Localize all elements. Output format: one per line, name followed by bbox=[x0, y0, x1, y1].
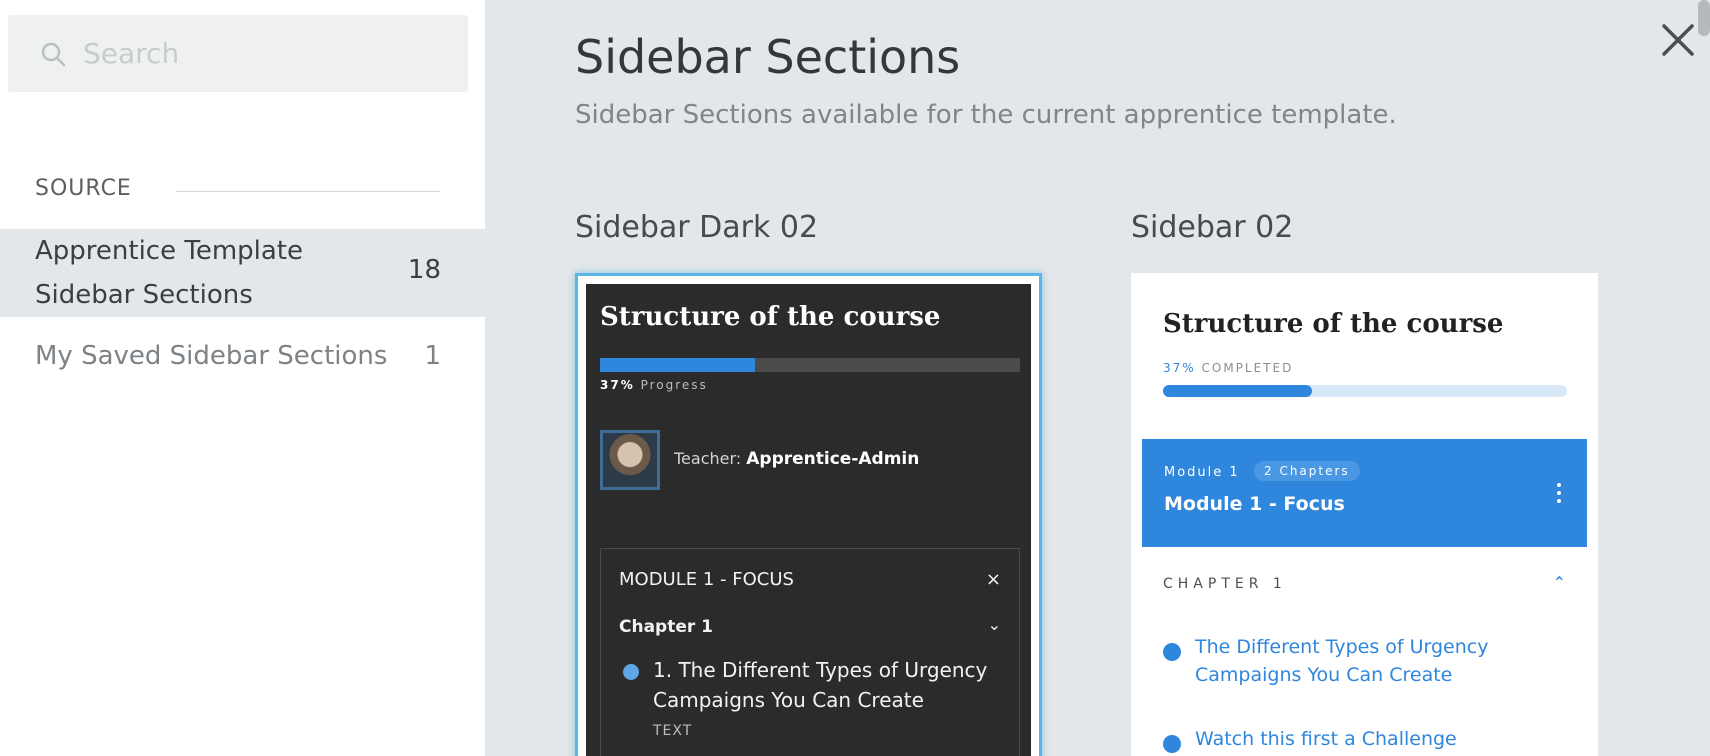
progress-label: COMPLETED bbox=[1201, 361, 1294, 375]
preview-title: Structure of the course bbox=[600, 302, 941, 332]
card-label-sidebar-dark-02: Sidebar Dark 02 bbox=[575, 210, 819, 245]
module-label: Module 1 bbox=[1164, 465, 1240, 480]
progress-label: Progress bbox=[640, 378, 708, 392]
search-icon bbox=[41, 42, 66, 67]
source-divider bbox=[176, 191, 440, 192]
chevron-down-icon: ⌄ bbox=[987, 615, 1001, 634]
chapter-title: Chapter 1 bbox=[619, 617, 714, 637]
source-item-my-saved[interactable]: My Saved Sidebar Sections 1 bbox=[0, 334, 485, 378]
progress-fill bbox=[600, 358, 756, 372]
source-item-label-line1: Apprentice Template bbox=[35, 236, 303, 266]
card-sidebar-dark-02[interactable]: Structure of the course 37% Progress Tea… bbox=[575, 273, 1042, 756]
source-item-label: My Saved Sidebar Sections bbox=[35, 341, 388, 371]
page-title: Sidebar Sections bbox=[575, 30, 961, 84]
preview-title: Structure of the course bbox=[1163, 309, 1504, 339]
lesson-title: The Different Types of Urgency Campaigns… bbox=[1195, 636, 1489, 686]
scrollbar-thumb[interactable] bbox=[1698, 0, 1710, 36]
progress-bar bbox=[600, 358, 1020, 372]
close-icon: × bbox=[985, 569, 1001, 590]
check-circle-icon bbox=[1163, 643, 1181, 661]
source-item-label-line2: Sidebar Sections bbox=[35, 280, 253, 310]
teacher-prefix: Teacher: bbox=[674, 449, 742, 468]
avatar bbox=[600, 430, 660, 490]
card-sidebar-02[interactable]: Structure of the course 37% COMPLETED Mo… bbox=[1131, 273, 1598, 756]
dark-preview: Structure of the course 37% Progress Tea… bbox=[586, 284, 1031, 756]
close-icon[interactable] bbox=[1660, 22, 1696, 58]
kebab-icon bbox=[1557, 483, 1561, 503]
source-item-count: 1 bbox=[424, 341, 441, 371]
check-circle-icon bbox=[1163, 735, 1181, 753]
module-name: Module 1 - Focus bbox=[1164, 493, 1345, 515]
progress-text: 37% COMPLETED bbox=[1163, 361, 1293, 375]
lesson-type: TEXT bbox=[653, 723, 693, 739]
page-subtitle: Sidebar Sections available for the curre… bbox=[575, 100, 1397, 130]
progress-percent: 37% bbox=[600, 378, 635, 392]
source-sidebar: Search SOURCE Apprentice Template Sideba… bbox=[0, 0, 485, 756]
chapters-badge: 2 Chapters bbox=[1254, 461, 1360, 481]
progress-bar bbox=[1163, 385, 1567, 397]
check-circle-icon bbox=[623, 664, 639, 680]
progress-percent: 37% bbox=[1163, 361, 1196, 375]
search-input[interactable]: Search bbox=[83, 37, 179, 70]
chevron-up-icon: ⌃ bbox=[1552, 573, 1566, 592]
module-header: Module 1 2 Chapters Module 1 - Focus bbox=[1142, 439, 1587, 547]
progress-fill bbox=[1163, 385, 1313, 397]
lesson-title: Watch this first a Challenge bbox=[1195, 728, 1457, 750]
teacher-name: Apprentice-Admin bbox=[746, 449, 920, 469]
search-box[interactable]: Search bbox=[8, 15, 468, 92]
card-label-sidebar-02: Sidebar 02 bbox=[1131, 210, 1294, 245]
source-item-apprentice-template[interactable]: Apprentice Template Sidebar Sections 18 bbox=[0, 229, 485, 317]
module-title: MODULE 1 - FOCUS bbox=[619, 569, 794, 590]
chapter-title: CHAPTER 1 bbox=[1163, 576, 1287, 592]
progress-text: 37% Progress bbox=[600, 378, 708, 392]
module-box: MODULE 1 - FOCUS × Chapter 1 ⌄ 1. The Di… bbox=[600, 548, 1020, 756]
source-item-count: 18 bbox=[407, 255, 441, 285]
teacher-line: Teacher: Apprentice-Admin bbox=[674, 449, 919, 469]
source-heading: SOURCE bbox=[35, 176, 132, 201]
lesson-title: 1. The Different Types of Urgency Campai… bbox=[653, 658, 988, 712]
